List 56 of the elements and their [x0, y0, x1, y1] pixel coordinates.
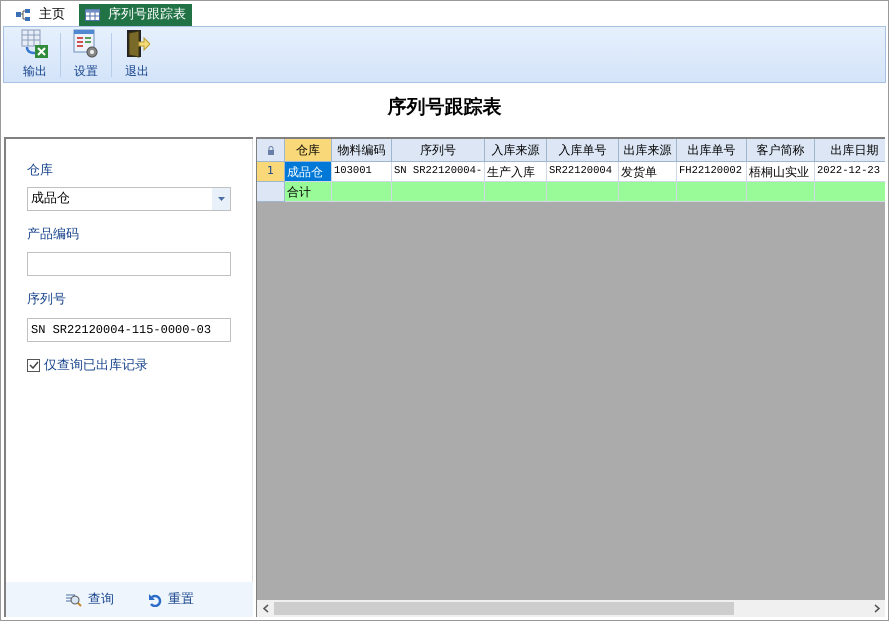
- tab[interactable]: 主页: [9, 4, 71, 26]
- undo-icon: [148, 592, 162, 606]
- table-cell: 发货单: [619, 162, 677, 182]
- row-number: 1: [257, 162, 285, 182]
- spreadsheet-export-icon: [21, 29, 49, 59]
- column-header[interactable]: 序列号: [392, 139, 485, 162]
- table-icon: [85, 9, 100, 21]
- sitemap-icon: [15, 8, 31, 22]
- table-cell: FH22120002: [677, 162, 747, 182]
- panel-button[interactable]: 重置: [148, 590, 194, 610]
- toolbar-button[interactable]: 退出: [114, 29, 160, 80]
- column-header[interactable]: 入库单号: [547, 139, 619, 162]
- panel-button[interactable]: 查询: [65, 590, 114, 610]
- dropdown-value: 成品仓: [30, 190, 71, 208]
- toolbar-button[interactable]: 设置: [63, 29, 109, 80]
- table-cell: [747, 182, 815, 202]
- table-cell: 103001: [332, 162, 392, 182]
- settings-icon: [73, 29, 99, 59]
- column-header[interactable]: 出库来源: [619, 139, 677, 162]
- page-title: 序列号跟踪表: [386, 95, 502, 120]
- table-cell: [619, 182, 677, 202]
- scroll-right-icon[interactable]: [874, 604, 880, 613]
- table-cell: SR22120004: [547, 162, 619, 182]
- column-header[interactable]: 入库来源: [485, 139, 547, 162]
- table-cell: 2022-12-23: [815, 162, 885, 182]
- table-cell: [547, 182, 619, 202]
- scroll-left-icon[interactable]: [262, 604, 268, 613]
- field-label: 产品编码: [27, 226, 80, 244]
- checkbox-label: 仅查询已出库记录: [44, 356, 148, 374]
- table-cell: 合计: [285, 182, 332, 202]
- column-header[interactable]: 仓库: [285, 139, 332, 162]
- field-label: 序列号: [27, 291, 67, 309]
- table-cell: 成品仓: [285, 162, 332, 182]
- toolbar-button[interactable]: 输出: [12, 29, 58, 80]
- field-label: 仓库: [27, 162, 54, 180]
- table-cell: 生产入库: [485, 162, 547, 182]
- table-cell: SN SR22120004-: [392, 162, 485, 182]
- scrollbar-thumb[interactable]: [274, 602, 734, 615]
- input-field[interactable]: [27, 252, 231, 276]
- column-header[interactable]: 客户简称: [747, 139, 815, 162]
- table-cell: 梧桐山实业: [747, 162, 815, 182]
- warehouse-dropdown[interactable]: 成品仓: [27, 186, 231, 210]
- column-header[interactable]: 出库日期: [815, 139, 885, 162]
- input-field[interactable]: SN SR22120004-115-0000-03: [27, 318, 231, 342]
- door-icon: [124, 29, 150, 59]
- search-icon: [65, 592, 82, 607]
- column-header[interactable]: 物料编码: [332, 139, 392, 162]
- column-header[interactable]: 出库单号: [677, 139, 747, 162]
- table-cell: [815, 182, 885, 202]
- table-cell: [677, 182, 747, 202]
- table-cell: [485, 182, 547, 202]
- lock-icon: [266, 146, 274, 154]
- caret-icon: [218, 196, 224, 200]
- table-cell: [332, 182, 392, 202]
- checkbox[interactable]: [27, 358, 40, 372]
- tab[interactable]: 序列号跟踪表: [79, 4, 192, 26]
